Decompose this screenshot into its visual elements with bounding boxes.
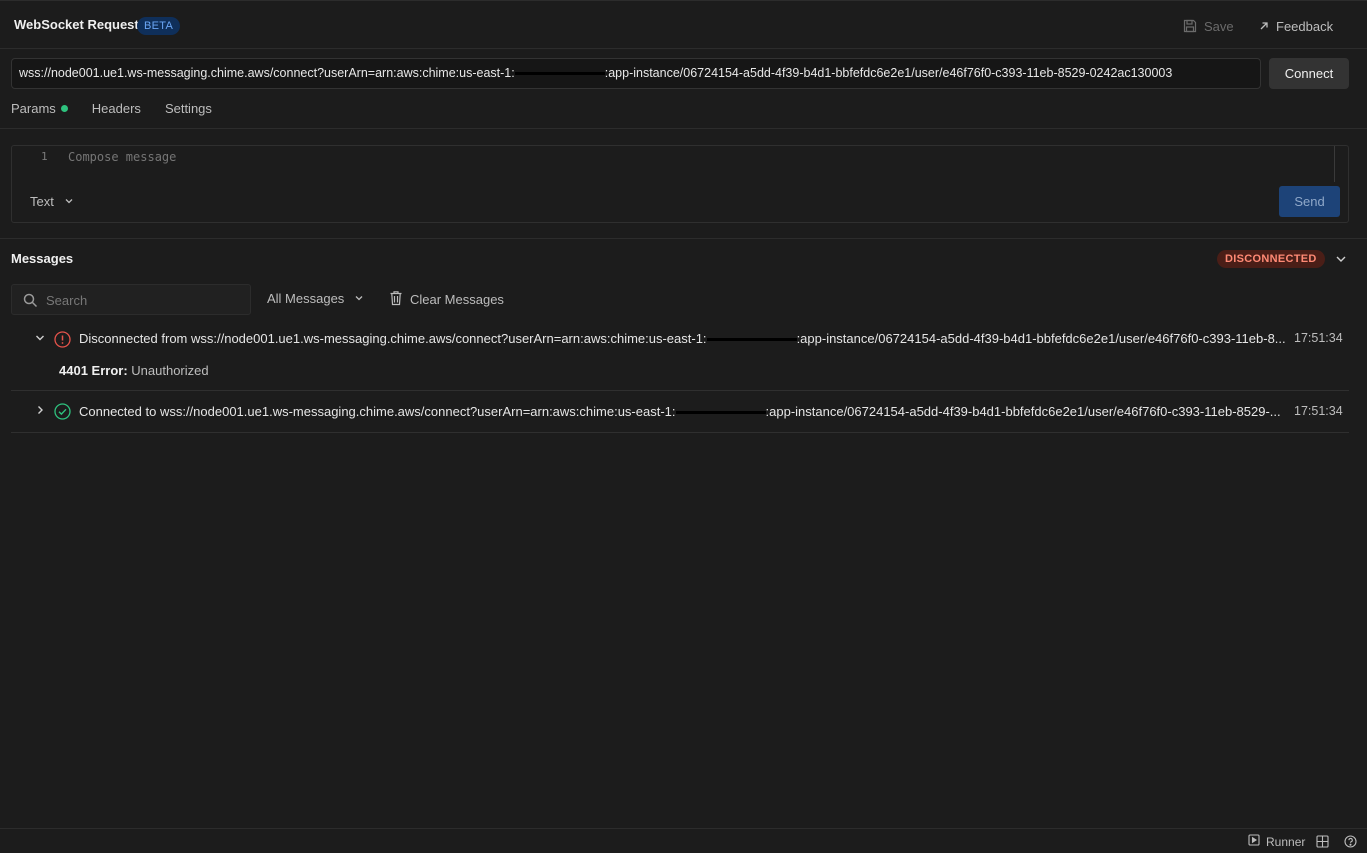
trash-icon xyxy=(389,290,403,309)
status-bar: Runner xyxy=(0,828,1367,853)
chevron-down-icon xyxy=(354,291,364,306)
divider xyxy=(0,128,1367,129)
help-icon[interactable] xyxy=(1344,835,1357,851)
message-timestamp: 17:51:34 xyxy=(1294,331,1343,345)
clear-messages-label: Clear Messages xyxy=(410,292,504,307)
redaction-bar xyxy=(675,411,766,415)
request-tabs: Params Headers Settings xyxy=(11,101,212,116)
message-text-start: Disconnected from wss://node001.ue1.ws-m… xyxy=(79,331,707,346)
message-text: Disconnected from wss://node001.ue1.ws-m… xyxy=(79,331,1289,346)
message-filter-dropdown[interactable]: All Messages xyxy=(267,291,364,306)
play-box-icon xyxy=(1248,834,1260,849)
connect-button[interactable]: Connect xyxy=(1269,58,1349,89)
message-row[interactable]: Connected to wss://node001.ue1.ws-messag… xyxy=(11,392,1349,433)
message-text-end: :app-instance/06724154-a5dd-4f39-b4d1-bb… xyxy=(765,404,1281,419)
send-button[interactable]: Send xyxy=(1279,186,1340,217)
chevron-down-icon[interactable] xyxy=(34,331,46,348)
message-row[interactable]: Disconnected from wss://node001.ue1.ws-m… xyxy=(11,327,1349,391)
success-check-icon xyxy=(54,403,71,423)
feedback-label: Feedback xyxy=(1276,18,1334,34)
redaction-bar xyxy=(706,338,797,342)
editor-scrollbar[interactable] xyxy=(1334,146,1335,182)
message-composer: 1 Text Send xyxy=(11,145,1349,223)
tab-settings-label: Settings xyxy=(164,101,212,116)
error-detail: 4401 Error: Unauthorized xyxy=(59,363,209,378)
line-number: 1 xyxy=(41,150,48,163)
message-type-dropdown[interactable]: Text xyxy=(30,194,74,209)
save-label: Save xyxy=(1204,18,1234,34)
tab-params[interactable]: Params xyxy=(11,101,68,116)
compose-message-editor[interactable] xyxy=(68,148,1334,166)
search-icon xyxy=(23,293,38,308)
save-icon xyxy=(1182,18,1198,34)
websocket-request-app: WebSocket Request BETA Save Feedback wss… xyxy=(0,0,1367,853)
tab-settings[interactable]: Settings xyxy=(165,101,212,116)
error-message: Unauthorized xyxy=(131,363,209,378)
error-icon xyxy=(54,331,71,351)
redaction-bar xyxy=(514,72,605,76)
filter-value: All Messages xyxy=(267,291,345,306)
save-button[interactable]: Save xyxy=(1182,15,1234,37)
params-indicator-dot xyxy=(60,105,68,112)
tab-headers-label: Headers xyxy=(91,101,141,116)
runner-label: Runner xyxy=(1266,834,1306,849)
header-bar: WebSocket Request BETA Save Feedback xyxy=(0,0,1367,49)
feedback-button[interactable]: Feedback xyxy=(1258,15,1333,37)
message-type-value: Text xyxy=(30,194,54,209)
divider xyxy=(0,238,1367,239)
chevron-down-icon[interactable] xyxy=(1334,252,1348,269)
message-text-start: Connected to wss://node001.ue1.ws-messag… xyxy=(79,404,676,419)
message-text: Connected to wss://node001.ue1.ws-messag… xyxy=(79,404,1289,419)
search-input[interactable] xyxy=(46,290,241,310)
chevron-right-icon[interactable] xyxy=(34,403,46,420)
messages-title: Messages xyxy=(11,251,74,266)
url-input[interactable]: wss://node001.ue1.ws-messaging.chime.aws… xyxy=(11,58,1261,89)
tab-headers[interactable]: Headers xyxy=(92,101,141,116)
chevron-down-icon xyxy=(64,194,74,209)
clear-messages-button[interactable]: Clear Messages xyxy=(389,290,504,309)
beta-badge: BETA xyxy=(137,17,181,35)
message-text-end: :app-instance/06724154-a5dd-4f39-b4d1-bb… xyxy=(796,331,1286,346)
layout-icon[interactable] xyxy=(1316,835,1329,851)
error-code: 4401 Error: xyxy=(59,363,128,378)
page-title: WebSocket Request xyxy=(14,17,139,32)
message-search xyxy=(11,284,251,315)
url-text-end: :app-instance/06724154-a5dd-4f39-b4d1-bb… xyxy=(604,66,1173,80)
message-timestamp: 17:51:34 xyxy=(1294,404,1343,418)
connection-status-badge: DISCONNECTED xyxy=(1217,250,1325,268)
url-text-start: wss://node001.ue1.ws-messaging.chime.aws… xyxy=(19,66,515,80)
tab-params-label: Params xyxy=(11,101,56,116)
arrow-up-right-icon xyxy=(1258,20,1270,32)
runner-button[interactable]: Runner xyxy=(1248,834,1305,849)
